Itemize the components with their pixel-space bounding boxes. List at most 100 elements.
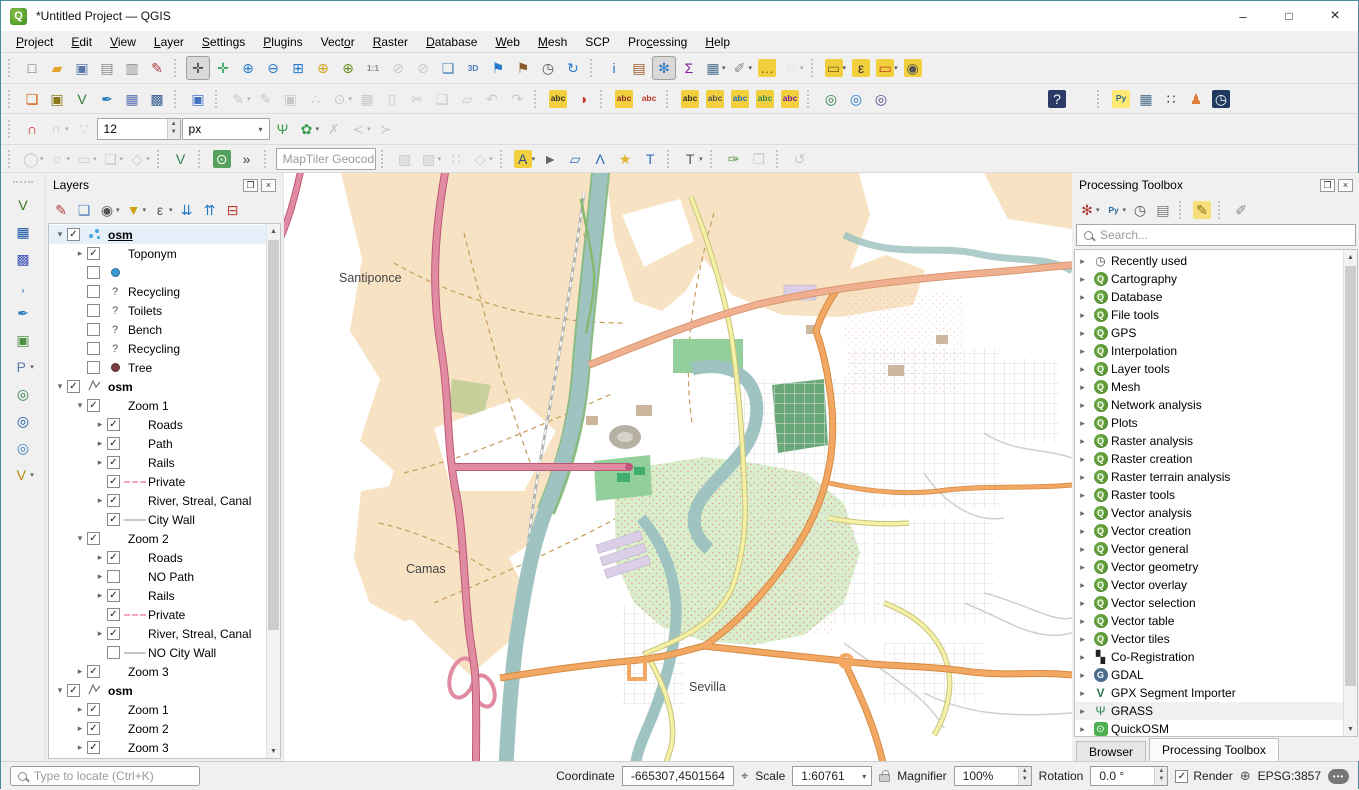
- layer-checkbox[interactable]: ✓: [67, 684, 80, 697]
- text-annotation-format[interactable]: T ▾: [679, 147, 705, 171]
- layer-tree-item[interactable]: ▸ ✓ Zoom 2: [49, 719, 266, 738]
- expander-icon[interactable]: ▸: [1075, 616, 1090, 627]
- layer-checkbox[interactable]: ✓: [107, 475, 120, 488]
- expander-icon[interactable]: ▾: [73, 533, 87, 544]
- python-console[interactable]: Py: [1109, 87, 1133, 111]
- toolbox-item[interactable]: ▸ Q Layer tools: [1075, 360, 1343, 378]
- layer-checkbox[interactable]: ✓: [107, 551, 120, 564]
- menu-web[interactable]: Web: [486, 32, 528, 52]
- scale-combo[interactable]: 1:60761 ▾: [792, 766, 873, 786]
- layer-checkbox[interactable]: [87, 342, 100, 355]
- layer-tree-item[interactable]: ▸ ✓ Zoom 3: [49, 662, 266, 681]
- layer-tree-item[interactable]: ✓ Private: [49, 605, 266, 624]
- processing-model-2[interactable]: ▨ ▾: [418, 147, 444, 171]
- user-profile[interactable]: ♟: [1184, 87, 1208, 111]
- add-postgis-layer[interactable]: P ▾: [8, 355, 38, 379]
- expander-icon[interactable]: ▸: [1075, 400, 1090, 411]
- tab-processing-toolbox[interactable]: Processing Toolbox: [1149, 738, 1279, 761]
- layer-tree-item[interactable]: ? Recycling: [49, 339, 266, 358]
- enable-snapping[interactable]: ∩: [20, 117, 44, 141]
- toolbox-item[interactable]: ▸ Q Vector creation: [1075, 522, 1343, 540]
- toolbox-item[interactable]: ▸ Q Vector tiles: [1075, 630, 1343, 648]
- expander-icon[interactable]: ▸: [1075, 544, 1090, 555]
- expander-icon[interactable]: ▸: [1075, 670, 1090, 681]
- history[interactable]: ◷: [1129, 199, 1151, 221]
- toolbox-item[interactable]: ▸ Q Vector analysis: [1075, 504, 1343, 522]
- remove-selection[interactable]: ✗: [322, 117, 346, 141]
- zoom-next[interactable]: ⊘: [411, 56, 435, 80]
- cut-features[interactable]: ✂: [405, 87, 429, 111]
- expander-icon[interactable]: ▸: [1075, 472, 1090, 483]
- layer-checkbox[interactable]: ✓: [87, 665, 100, 678]
- new-3d-map-view[interactable]: 3D: [461, 56, 485, 80]
- layer-tree-item[interactable]: ? Toilets: [49, 301, 266, 320]
- rotation-spin[interactable]: 0.0 ° ▲ ▼: [1090, 766, 1169, 786]
- zoom-to-selection[interactable]: ⊕: [311, 56, 335, 80]
- layer-tree-item[interactable]: ▸ ✓ Zoom 1: [49, 700, 266, 719]
- lock-scale-icon[interactable]: [879, 770, 891, 782]
- toolbox-item[interactable]: ▸ Q Cartography: [1075, 270, 1343, 288]
- refresh-map[interactable]: ↻: [561, 56, 585, 80]
- menu-edit[interactable]: Edit: [62, 32, 101, 52]
- expander-icon[interactable]: ▸: [73, 742, 87, 753]
- tab-browser[interactable]: Browser: [1076, 741, 1147, 761]
- lasso-tool[interactable]: ↺: [788, 147, 812, 171]
- layer-checkbox[interactable]: ✓: [87, 532, 100, 545]
- layer-checkbox[interactable]: ✓: [87, 703, 100, 716]
- show-statistics[interactable]: Σ: [677, 56, 701, 80]
- menu-layer[interactable]: Layer: [145, 32, 193, 52]
- add-spatialite-layer[interactable]: ✒: [8, 301, 38, 325]
- layer-tree-item[interactable]: ? Bench: [49, 320, 266, 339]
- toolbar-overflow[interactable]: »: [235, 147, 259, 171]
- layer-tree-item[interactable]: ? Recycling: [49, 282, 266, 301]
- layer-checkbox[interactable]: [87, 266, 100, 279]
- layer-checkbox[interactable]: [107, 646, 120, 659]
- layer-tree-item[interactable]: ▾ ✓ osm: [49, 225, 266, 244]
- expander-icon[interactable]: ▸: [93, 495, 107, 506]
- processing-toolbox-toggle[interactable]: ✻: [652, 56, 676, 80]
- expander-icon[interactable]: ▸: [1075, 310, 1090, 321]
- layer-tree-item[interactable]: ▾ ✓ osm: [49, 377, 266, 396]
- float-panel-icon[interactable]: ❐: [1320, 178, 1335, 192]
- layer-checkbox[interactable]: ✓: [107, 494, 120, 507]
- zoom-native[interactable]: 1:1: [361, 56, 385, 80]
- toolbox-item[interactable]: ▸ V GPX Segment Importer: [1075, 684, 1343, 702]
- toolbox-item[interactable]: ▸ ⊙ QuickOSM: [1075, 720, 1343, 736]
- expander-icon[interactable]: ▸: [1075, 526, 1090, 537]
- georeferencer[interactable]: ▣: [186, 87, 210, 111]
- undo[interactable]: ↶: [480, 87, 504, 111]
- add-delimited-text-layer[interactable]: ,: [8, 274, 38, 298]
- layer-tree-item[interactable]: ▾ ✓ Zoom 2: [49, 529, 266, 548]
- processing-model-1[interactable]: ▨: [393, 147, 417, 171]
- redo[interactable]: ↷: [505, 87, 529, 111]
- scroll-down-icon[interactable]: ▼: [267, 744, 280, 758]
- layer-tree-item[interactable]: ▸ ✓ River, Streal, Canal: [49, 624, 266, 643]
- expander-icon[interactable]: ▸: [73, 723, 87, 734]
- expander-icon[interactable]: ▸: [1075, 454, 1090, 465]
- expander-icon[interactable]: ▸: [1075, 328, 1090, 339]
- layer-tree-item[interactable]: [49, 263, 266, 282]
- add-mesh-layer[interactable]: ▩: [8, 247, 38, 271]
- expander-icon[interactable]: ▸: [1075, 418, 1090, 429]
- expander-icon[interactable]: ▾: [53, 685, 67, 696]
- zoom-in[interactable]: ⊕: [236, 56, 260, 80]
- zoom-to-layer[interactable]: ⊕: [336, 56, 360, 80]
- layer-tree-item[interactable]: NO City Wall: [49, 643, 266, 662]
- layer-tree-item[interactable]: ✓ Private: [49, 472, 266, 491]
- temporal-controller[interactable]: ◷: [536, 56, 560, 80]
- expander-icon[interactable]: ▾: [53, 381, 67, 392]
- extents-icon[interactable]: ⌖: [741, 768, 748, 784]
- magnifier-spin[interactable]: 100% ▲ ▼: [953, 766, 1032, 786]
- expander-icon[interactable]: ▸: [1075, 652, 1090, 663]
- tracing-settings[interactable]: ✿ ▾: [296, 117, 322, 141]
- zoom-last[interactable]: ⊘: [386, 56, 410, 80]
- render-checkbox[interactable]: ✓ Render: [1175, 769, 1233, 783]
- layer-tree-item[interactable]: ▸ ✓ Rails: [49, 453, 266, 472]
- expander-icon[interactable]: ▸: [1075, 364, 1090, 375]
- layer-checkbox[interactable]: ✓: [107, 456, 120, 469]
- expander-icon[interactable]: ▸: [1075, 580, 1090, 591]
- models[interactable]: ✻ ▾: [1076, 199, 1102, 221]
- map-canvas[interactable]: Santiponce Camas Sevilla: [284, 173, 1072, 761]
- diamond-annotation[interactable]: ◇ ▾: [126, 147, 152, 171]
- font-size-spin[interactable]: 12 ▲ ▼: [96, 118, 181, 140]
